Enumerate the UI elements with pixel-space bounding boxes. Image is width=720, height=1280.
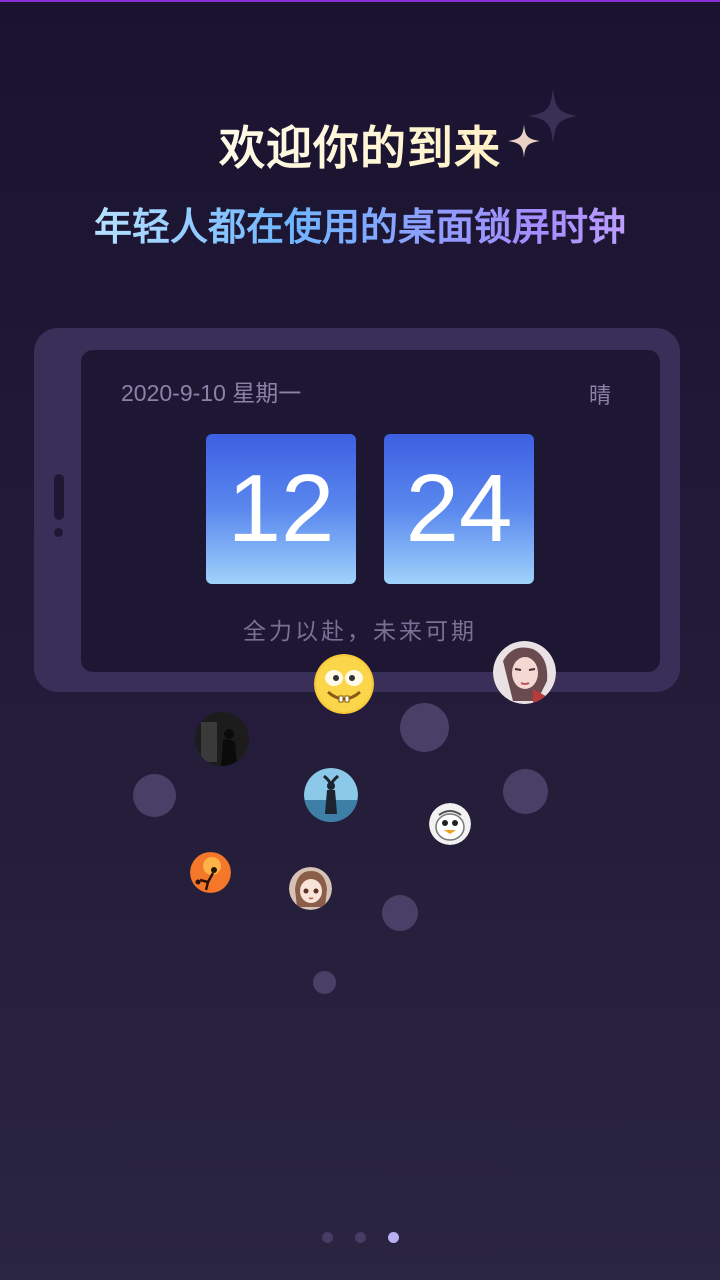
decor-bubble — [133, 774, 176, 817]
beach-silhouette-avatar — [304, 768, 358, 822]
girl-avatar — [493, 641, 556, 704]
clock-hours-card: 12 — [206, 434, 356, 584]
decor-bubble — [382, 895, 418, 931]
clock-minutes-card: 24 — [384, 434, 534, 584]
clock-date: 2020-9-10 星期一 — [121, 380, 302, 406]
page-dot-active[interactable] — [387, 1232, 399, 1243]
anime-girl-avatar — [289, 867, 332, 910]
page-dot[interactable] — [321, 1232, 333, 1243]
decor-bubble — [400, 703, 449, 752]
clock-motto: 全力以赴，未来可期 — [243, 619, 477, 645]
page-dot[interactable] — [354, 1232, 366, 1243]
clock-weather: 晴 — [589, 384, 612, 409]
page-indicator — [0, 1232, 720, 1244]
decor-bubble — [503, 769, 548, 814]
welcome-title: 欢迎你的到来 — [0, 112, 720, 178]
top-accent-line — [0, 0, 720, 2]
sunset-kick-avatar — [190, 852, 231, 893]
cartoon-bird-avatar — [429, 803, 471, 845]
phone-side-button — [54, 474, 64, 520]
decor-bubble — [313, 971, 336, 994]
yellow-face-avatar — [314, 654, 374, 714]
phone-side-dot — [54, 528, 63, 537]
welcome-subtitle: 年轻人都在使用的桌面锁屏时钟 — [0, 196, 720, 251]
dark-silhouette-avatar — [195, 712, 249, 766]
